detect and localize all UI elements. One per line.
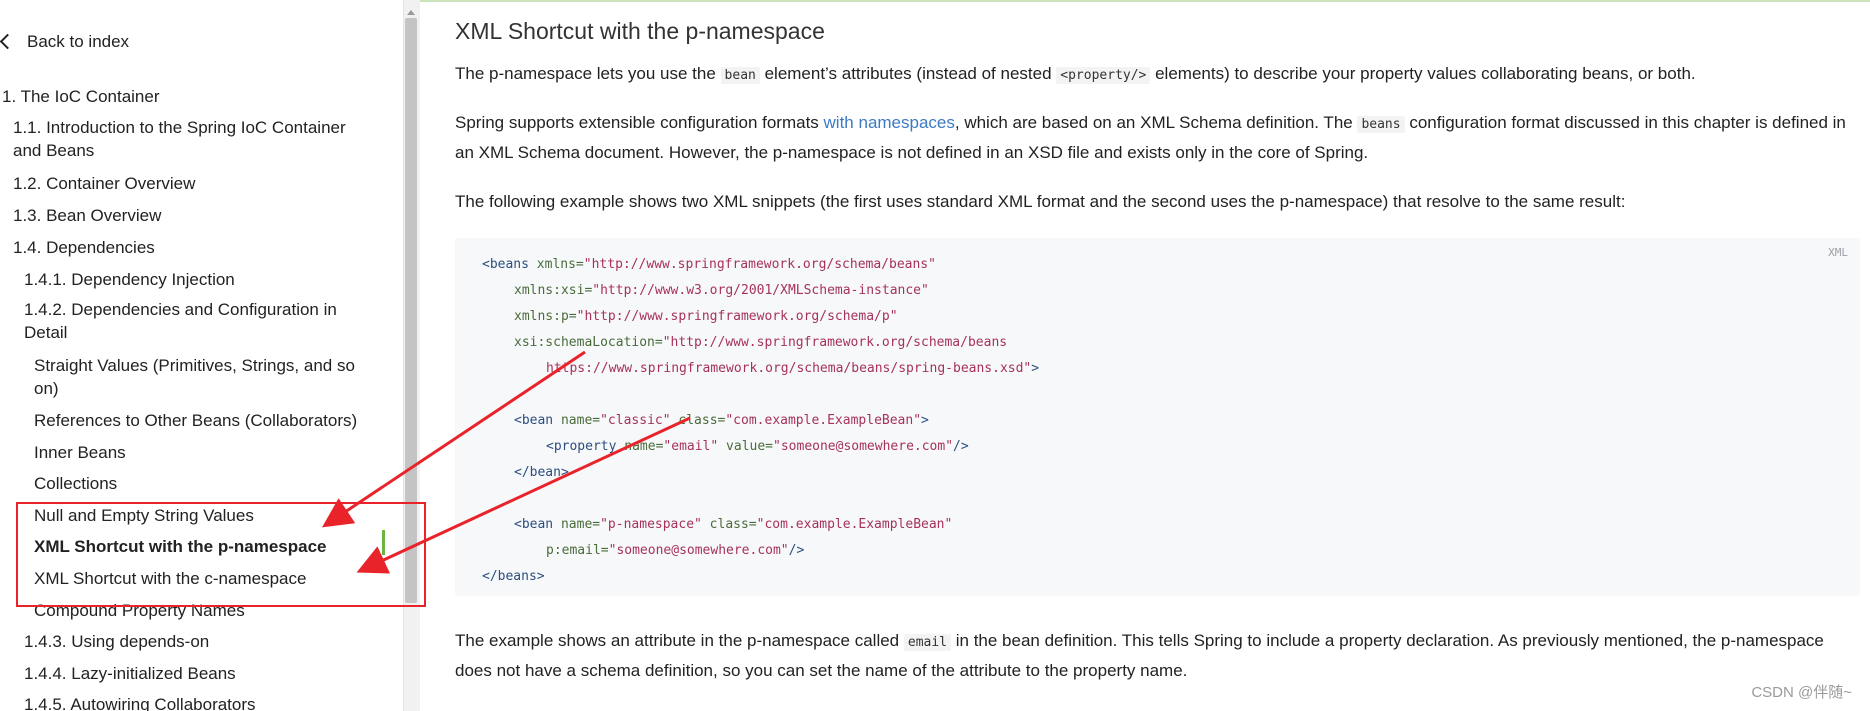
toc-item-active[interactable]: XML Shortcut with the p-namespace <box>34 535 327 558</box>
code-token: "someone@somewhere.com" <box>773 439 954 454</box>
code-token: <beans <box>482 257 537 272</box>
code-token: https://www.springframework.org/schema/b… <box>546 361 1032 376</box>
paragraph-namespaces: Spring supports extensible configuration… <box>455 109 1850 167</box>
inline-code: beans <box>1357 116 1405 133</box>
code-token: "email" <box>663 439 719 454</box>
toc-item[interactable]: 1.4.4. Lazy-initialized Beans <box>24 662 236 685</box>
back-to-index-label: Back to index <box>27 32 130 51</box>
toc-item[interactable]: 1. The IoC Container <box>2 85 160 108</box>
toc-item[interactable]: XML Shortcut with the c-namespace <box>34 567 306 590</box>
text-span: The example shows an attribute in the p-… <box>455 631 904 650</box>
toc-item[interactable]: 1.1. Introduction to the Spring IoC Cont… <box>13 116 373 162</box>
watermark: CSDN @伴随~ <box>1751 684 1852 701</box>
text-span: The p-namespace lets you use the <box>455 64 721 83</box>
code-token: /> <box>788 543 805 558</box>
code-token: "p-namespace" <box>600 517 702 532</box>
toc-item[interactable]: 1.4. Dependencies <box>13 236 155 259</box>
code-token: <property <box>546 439 625 454</box>
xml-code-block: XML <beans xmlns="http://www.springframe… <box>455 238 1860 596</box>
toc-item[interactable]: Null and Empty String Values <box>34 504 254 527</box>
code-token: value= <box>718 439 774 454</box>
section-title: XML Shortcut with the p-namespace <box>455 18 825 44</box>
code-token: "classic" <box>600 413 671 428</box>
code-token: "someone@somewhere.com" <box>608 543 789 558</box>
code-token: class= <box>670 413 726 428</box>
chevron-left-icon <box>0 33 16 50</box>
toc-item[interactable]: 1.4.5. Autowiring Collaborators <box>24 693 256 711</box>
code-token: xmlns:xsi= <box>514 283 593 298</box>
code-line: <property name="email" value="someone@so… <box>546 438 969 456</box>
paragraph-explanation: The example shows an attribute in the p-… <box>455 627 1850 685</box>
code-token: name= <box>560 413 601 428</box>
text-span: Spring supports extensible configuration… <box>455 113 824 132</box>
toc-item[interactable]: 1.3. Bean Overview <box>13 204 161 227</box>
code-token: </beans> <box>482 569 545 584</box>
inline-code: bean <box>720 67 760 84</box>
toc-item[interactable]: 1.4.1. Dependency Injection <box>24 268 235 291</box>
code-language-label: XML <box>1828 246 1848 259</box>
code-token: > <box>1031 361 1040 376</box>
with-namespaces-link[interactable]: with namespaces <box>824 113 955 132</box>
back-to-index-link[interactable]: Back to index <box>0 30 129 53</box>
inline-code: email <box>903 634 952 651</box>
code-token: "com.example.ExampleBean" <box>756 517 953 532</box>
toc-item[interactable]: References to Other Beans (Collaborators… <box>34 409 357 432</box>
code-token: xsi:schemaLocation= <box>514 335 663 350</box>
toc-item[interactable]: 1.4.2. Dependencies and Configuration in… <box>24 298 374 344</box>
code-token: "http://www.springframework.org/schema/b… <box>583 257 936 272</box>
page: Back to index 1. The IoC Container 1.1. … <box>0 0 1870 711</box>
toc-item[interactable]: 1.4.3. Using depends-on <box>24 630 209 653</box>
main-content: XML Shortcut with the p-namespace The p-… <box>455 0 1860 711</box>
toc-item[interactable]: Straight Values (Primitives, Strings, an… <box>34 354 374 400</box>
code-line: </bean> <box>514 464 569 482</box>
code-token: "com.example.ExampleBean" <box>725 413 922 428</box>
code-line: xsi:schemaLocation="http://www.springfra… <box>514 334 1007 352</box>
code-token: <bean <box>514 413 561 428</box>
paragraph-example-intro: The following example shows two XML snip… <box>455 192 1626 211</box>
code-token: name= <box>560 517 601 532</box>
paragraph-intro: The p-namespace lets you use the bean el… <box>455 60 1850 90</box>
code-token: class= <box>701 517 757 532</box>
code-line: xmlns:xsi="http://www.w3.org/2001/XMLSch… <box>514 282 929 300</box>
code-line: <beans xmlns="http://www.springframework… <box>482 256 936 274</box>
code-token: xmlns= <box>536 257 584 272</box>
active-section-indicator <box>382 530 385 555</box>
code-line: <bean name="p-namespace" class="com.exam… <box>514 516 952 534</box>
code-token: p:email= <box>546 543 609 558</box>
code-token: name= <box>624 439 664 454</box>
code-token: "http://www.w3.org/2001/XMLSchema-instan… <box>592 283 929 298</box>
toc-item[interactable]: Collections <box>34 472 117 495</box>
code-token: "http://www.springframework.org/schema/b… <box>662 335 1008 350</box>
toc-item[interactable]: 1.2. Container Overview <box>13 172 195 195</box>
toc-sidebar: Back to index 1. The IoC Container 1.1. … <box>0 0 405 711</box>
code-line: p:email="someone@somewhere.com"/> <box>546 542 804 560</box>
text-span: element’s attributes (instead of nested <box>759 64 1057 83</box>
code-line: https://www.springframework.org/schema/b… <box>546 360 1039 378</box>
code-token: > <box>921 413 929 428</box>
code-token: </bean> <box>514 465 569 480</box>
sidebar-scrollbar-thumb[interactable] <box>405 18 417 603</box>
text-span: , which are based on an XML Schema defin… <box>954 113 1358 132</box>
toc-item[interactable]: Compound Property Names <box>34 599 245 622</box>
code-line: </beans> <box>482 568 545 586</box>
text-span: elements) to describe your property valu… <box>1150 64 1696 83</box>
code-token: <bean <box>514 517 561 532</box>
code-token: "http://www.springframework.org/schema/p… <box>576 309 898 324</box>
toc-item[interactable]: Inner Beans <box>34 441 126 464</box>
scroll-up-arrow-icon[interactable] <box>407 10 415 15</box>
code-line: xmlns:p="http://www.springframework.org/… <box>514 308 898 326</box>
inline-code: <property/> <box>1056 67 1151 84</box>
code-line: <bean name="classic" class="com.example.… <box>514 412 929 430</box>
code-token: /> <box>953 439 969 454</box>
code-token: xmlns:p= <box>514 309 577 324</box>
